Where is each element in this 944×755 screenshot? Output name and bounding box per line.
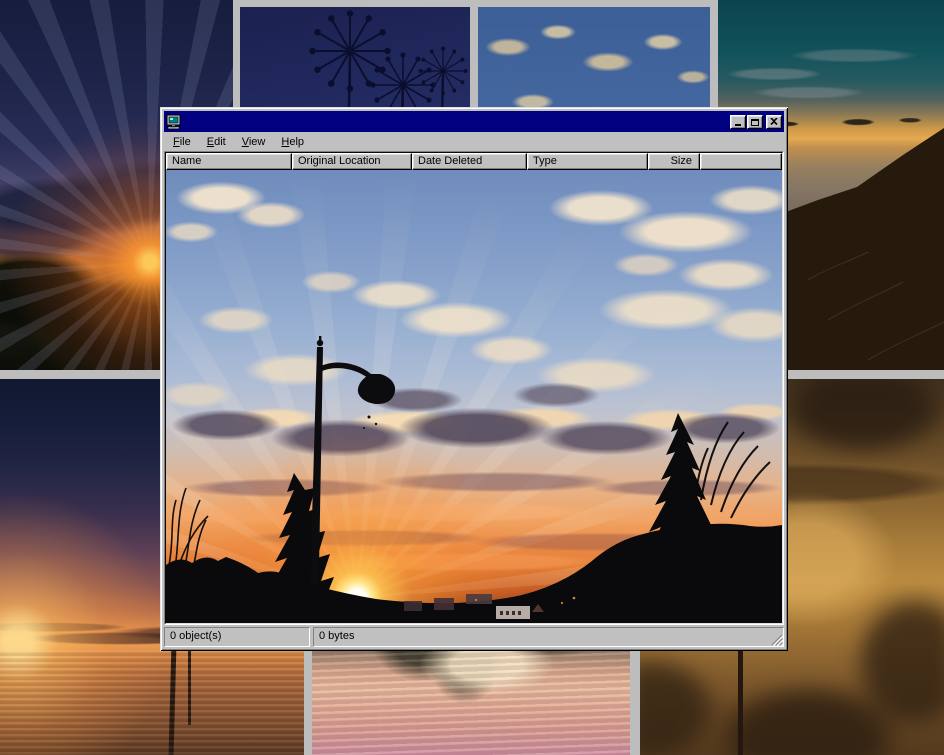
status-objects: 0 object(s): [164, 627, 310, 647]
list-view: Name Original Location Date Deleted Type…: [164, 151, 784, 625]
menu-item-view[interactable]: View: [234, 134, 274, 150]
recycle-bin-window: File Edit View Help Name Original Locati…: [160, 107, 788, 651]
column-header-name[interactable]: Name: [166, 153, 292, 170]
minimize-button[interactable]: [730, 115, 746, 129]
close-icon: [770, 118, 778, 125]
menu-item-help[interactable]: Help: [273, 134, 312, 150]
menu-item-edit[interactable]: Edit: [199, 134, 234, 150]
column-header-blank[interactable]: [700, 153, 782, 170]
column-header-type[interactable]: Type: [527, 153, 648, 170]
computer-icon[interactable]: [166, 114, 182, 130]
column-header-original-location[interactable]: Original Location: [292, 153, 412, 170]
snag-tree-silhouette: [188, 647, 191, 725]
minimize-icon: [735, 124, 741, 126]
list-view-inner: Name Original Location Date Deleted Type…: [165, 152, 783, 624]
maximize-button[interactable]: [747, 115, 763, 129]
snag-tree-silhouette: [169, 645, 177, 755]
close-button[interactable]: [766, 115, 782, 129]
desktop: File Edit View Help Name Original Locati…: [0, 0, 944, 755]
status-bar: 0 object(s) 0 bytes: [164, 627, 784, 647]
window-titlebar[interactable]: [164, 111, 784, 132]
column-headers: Name Original Location Date Deleted Type…: [166, 153, 782, 170]
client-photo-silhouettes: [166, 170, 782, 623]
menu-bar: File Edit View Help: [164, 132, 784, 151]
maximize-icon: [751, 119, 759, 126]
column-header-size[interactable]: Size: [648, 153, 700, 170]
recycle-bin-client-area[interactable]: [166, 170, 782, 623]
status-bytes: 0 bytes: [313, 627, 784, 647]
column-header-date-deleted[interactable]: Date Deleted: [412, 153, 527, 170]
resize-grip-icon[interactable]: [770, 633, 783, 646]
menu-item-file[interactable]: File: [165, 134, 199, 150]
window-controls: [730, 115, 782, 129]
